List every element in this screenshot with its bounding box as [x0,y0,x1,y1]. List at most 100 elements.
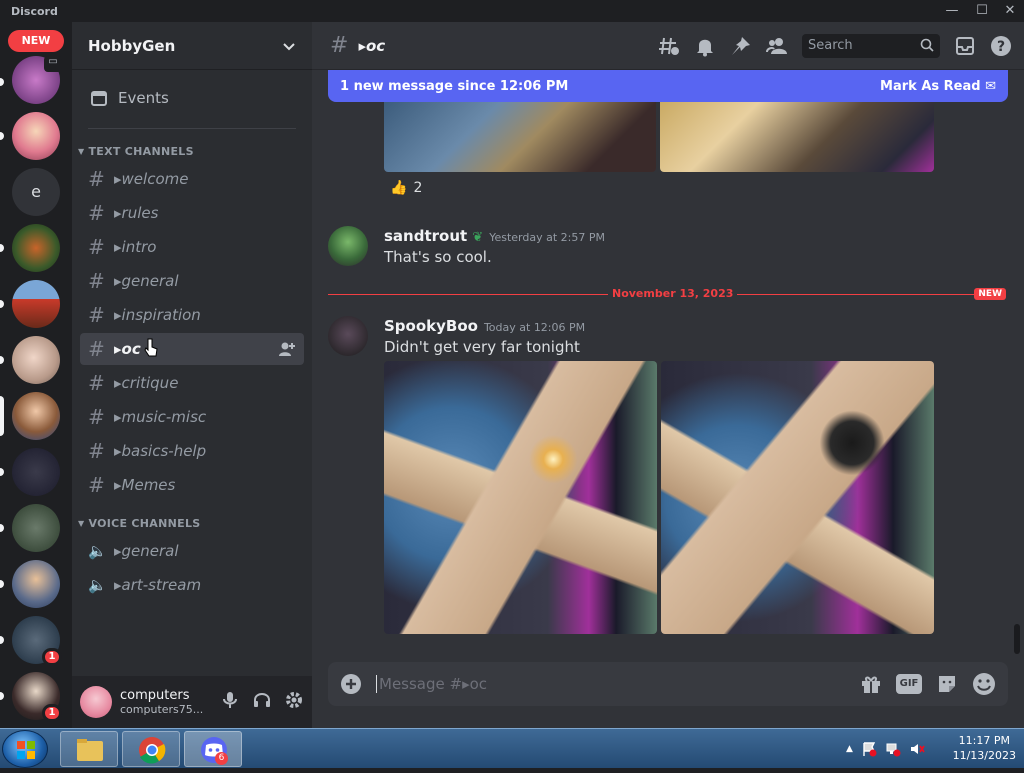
windows-taskbar: 6 ▲ 11:17 PM 11/13/2023 [0,728,1024,768]
clock[interactable]: 11:17 PM 11/13/2023 [953,733,1016,763]
voice-channel-art-stream[interactable]: 🔈 ▸art-stream [80,569,304,601]
avatar[interactable] [328,226,368,266]
emoji-icon[interactable] [972,672,996,696]
add-attachment-icon[interactable] [340,673,362,695]
user-panel: computers computers75... [72,676,312,728]
user-info[interactable]: computers computers75... [120,688,203,716]
gif-button[interactable]: GIF [896,674,922,694]
search-input[interactable]: Search [802,34,940,58]
message-image[interactable] [660,96,934,172]
scrollbar[interactable] [1014,624,1020,654]
gear-icon[interactable] [284,690,304,710]
text-channels-category[interactable]: ▼ TEXT CHANNELS [72,141,312,161]
reaction-count: 2 [413,180,423,196]
channel-oc[interactable]: # ▸oc [80,333,304,365]
message-text: That's so cool. [384,248,492,266]
message-image[interactable] [384,361,657,634]
new-unreads-pill[interactable]: NEW [8,30,64,52]
threads-icon[interactable] [658,35,680,57]
new-tag: NEW [974,288,1006,300]
gift-icon[interactable] [860,673,882,695]
chevron-down-icon: ▼ [78,146,85,156]
message-input[interactable]: Message #▸oc [376,675,487,693]
channel-welcome[interactable]: # ▸welcome [80,163,304,195]
chrome-taskbar-button[interactable] [122,731,180,767]
microphone-icon[interactable] [220,690,240,710]
channel-sidebar: HobbyGen Events ▼ TEXT CHANNELS # ▸welcome… [72,22,312,728]
maximize-button[interactable]: ☐ [970,2,994,20]
show-hidden-icons-icon[interactable]: ▲ [846,744,853,754]
channel-rules[interactable]: # ▸rules [80,197,304,229]
channel-critique[interactable]: # ▸critique [80,367,304,399]
channel-basics-help[interactable]: # ▸basics-help [80,435,304,467]
thumbs-up-icon: 👍 [390,180,408,196]
close-button[interactable]: ✕ [998,2,1022,20]
reaction-thumbs-up[interactable]: 👍 2 [384,174,428,202]
display-name: computers [120,688,190,703]
message-image[interactable] [384,96,656,172]
channel-name: ▸welcome [114,170,189,188]
channel-inspiration[interactable]: # ▸inspiration [80,299,304,331]
server-icon[interactable] [12,392,60,440]
volume-muted-icon[interactable] [909,741,925,757]
add-user-icon[interactable] [278,340,296,358]
channel-memes[interactable]: # ▸Memes [80,469,304,501]
hash-icon: # [88,201,105,225]
server-icon[interactable] [12,336,60,384]
message-image[interactable] [661,361,934,634]
unread-indicator [0,468,4,476]
headphones-icon[interactable] [252,690,272,710]
flag-icon[interactable] [861,741,877,757]
channel-general[interactable]: # ▸general [80,265,304,297]
channel-name: ▸general [114,272,179,290]
server-icon[interactable] [12,504,60,552]
selected-server-indicator [0,396,4,436]
search-icon [920,38,934,52]
voice-channel-general[interactable]: 🔈 ▸general [80,535,304,567]
bell-icon[interactable] [694,35,716,57]
help-icon[interactable]: ? [990,35,1012,57]
server-icon[interactable] [12,560,60,608]
message-author[interactable]: SpookyBoo [384,317,478,335]
chevron-down-icon [283,42,295,50]
chevron-down-icon: ▼ [78,518,85,528]
calendar-icon [91,91,107,106]
channel-name: ▸Memes [114,476,176,494]
members-icon[interactable] [766,35,788,57]
server-icon[interactable] [12,448,60,496]
avatar[interactable] [328,316,368,356]
hash-icon: # [88,439,105,463]
channel-name: ▸art-stream [114,576,202,594]
chat-area: # ▸oc Search ? 1 new message since 12:06… [312,22,1024,728]
channel-intro[interactable]: # ▸intro [80,231,304,263]
new-messages-banner[interactable]: 1 new message since 12:06 PM Mark As Rea… [328,70,1008,102]
category-label: TEXT CHANNELS [88,144,194,158]
events-item[interactable]: Events [80,78,304,118]
server-icon[interactable] [12,224,60,272]
server-icon[interactable] [12,280,60,328]
avatar[interactable] [80,686,112,718]
file-explorer-taskbar-button[interactable] [60,731,118,767]
server-icon-e[interactable]: e [12,168,60,216]
start-button[interactable] [2,730,48,768]
message-composer[interactable]: Message #▸oc GIF [328,662,1008,706]
mark-as-read-button[interactable]: Mark As Read ✉ [880,79,996,94]
plant-badge-icon: ❦ [472,230,484,245]
app-name: Discord [11,5,58,18]
sticker-icon[interactable] [936,673,958,695]
inbox-icon[interactable] [954,35,976,57]
mention-badge: 1 [42,704,62,722]
guild-header[interactable]: HobbyGen [72,22,312,70]
discord-taskbar-button[interactable]: 6 [184,731,242,767]
username: computers75... [120,703,204,716]
channel-music-misc[interactable]: # ▸music-misc [80,401,304,433]
message-author[interactable]: sandtrout [384,227,467,245]
channel-name: ▸critique [114,374,179,392]
network-icon[interactable] [885,741,901,757]
category-label: VOICE CHANNELS [88,516,201,530]
server-icon[interactable] [12,112,60,160]
voice-channels-category[interactable]: ▼ VOICE CHANNELS [72,513,312,533]
minimize-button[interactable]: — [940,2,964,20]
pin-icon[interactable] [730,35,752,57]
clock-time: 11:17 PM [958,734,1010,747]
